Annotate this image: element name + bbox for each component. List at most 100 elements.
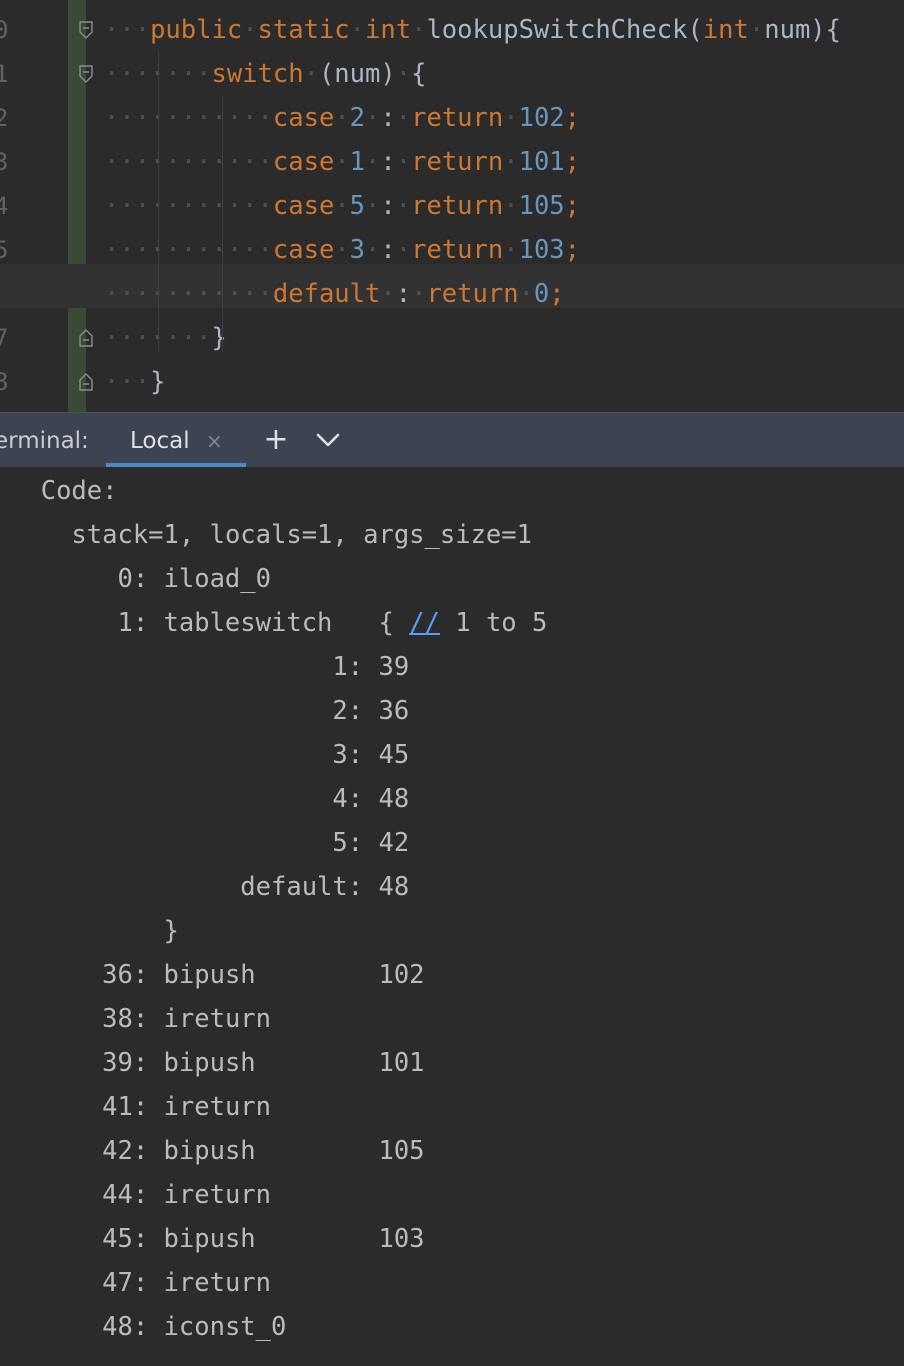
tab-local[interactable]: Local × (106, 413, 246, 467)
code-token: case (272, 103, 335, 133)
terminal-line: 5: 42 (10, 821, 409, 865)
terminal-indent (10, 1004, 102, 1034)
terminal-text: 36: bipush 102 (102, 960, 425, 990)
terminal-indent (10, 784, 332, 814)
code-token: } (150, 367, 166, 397)
code-token: int (365, 15, 412, 45)
chevron-down-icon[interactable] (314, 430, 342, 450)
code-token: · (395, 59, 412, 89)
terminal-indent (10, 1180, 102, 1210)
terminal-link[interactable]: // (409, 608, 440, 638)
terminal-line: 38: ireturn (10, 997, 271, 1041)
terminal-text: 3: 45 (332, 740, 410, 770)
terminal-line: 45: bipush 103 (10, 1217, 424, 1261)
code-token: return (411, 103, 504, 133)
indent-guide (222, 96, 223, 352)
code-token: public (150, 15, 243, 45)
code-token: case (272, 147, 335, 177)
indent-guide (158, 52, 159, 352)
terminal-text: 1: tableswitch { (117, 608, 410, 638)
code-token: num){ (764, 15, 841, 45)
code-token: · (365, 103, 381, 133)
code-token: ; (564, 103, 581, 133)
code-token: : (395, 279, 412, 309)
code-token: 3 (349, 235, 366, 265)
code-token: 2 (349, 103, 366, 133)
terminal-indent (10, 872, 240, 902)
terminal-line: } (10, 909, 179, 953)
code-token: return (411, 191, 504, 221)
terminal-text: 44: ireturn (102, 1180, 272, 1210)
code-token: 101 (518, 147, 565, 177)
terminal-line: default: 48 (10, 865, 409, 909)
code-token: · (365, 147, 381, 177)
code-line[interactable]: ·······switch·(num)·{ (0, 44, 904, 89)
terminal-text: 5: 42 (332, 828, 410, 858)
terminal-indent (10, 520, 71, 550)
add-icon[interactable]: + (262, 413, 290, 467)
whitespace-dots: ··· (104, 367, 151, 397)
code-token: · (518, 279, 534, 309)
terminal-indent (10, 1136, 102, 1166)
code-token: · (503, 191, 519, 221)
terminal-text: stack=1, locals=1, args_size=1 (71, 520, 532, 550)
code-editor[interactable]: 012345678 ···public·static·int·lookupSwi… (0, 0, 904, 412)
terminal-title: erminal: (0, 428, 89, 454)
terminal-indent (10, 828, 332, 858)
code-token: ; (564, 191, 581, 221)
terminal-text: default: 48 (240, 872, 410, 902)
code-token: : (380, 147, 396, 177)
terminal-text: 39: bipush 101 (102, 1048, 425, 1078)
code-token: · (503, 103, 519, 133)
code-line[interactable]: ···········default·:·return·0; (0, 264, 904, 309)
code-token: · (303, 59, 319, 89)
terminal-line: 4: 48 (10, 777, 409, 821)
terminal-tool-window-header: erminal: Local × + (0, 412, 904, 467)
terminal-line: 0: iload_0 (10, 557, 271, 601)
code-token: 103 (518, 235, 565, 265)
code-line[interactable]: ···} (0, 352, 904, 397)
code-token: · (411, 15, 427, 45)
code-token: · (503, 235, 519, 265)
code-token: switch (211, 59, 304, 89)
terminal-indent (10, 696, 332, 726)
code-token: static (257, 15, 350, 45)
terminal-line: 1: 39 (10, 645, 409, 689)
code-token: 1 (349, 147, 366, 177)
whitespace-dots: ··· (104, 15, 151, 45)
code-token: return (411, 235, 504, 265)
terminal-text: 0: iload_0 (117, 564, 271, 594)
terminal-output[interactable]: Code: stack=1, locals=1, args_size=1 0: … (0, 467, 904, 1366)
code-token: ; (564, 235, 581, 265)
code-line[interactable]: ···········case·5·:·return·105; (0, 176, 904, 221)
whitespace-dots: ··········· (104, 279, 273, 309)
terminal-text: 48: iconst_0 (102, 1312, 287, 1342)
terminal-indent (10, 740, 332, 770)
terminal-text: Code: (40, 476, 118, 506)
terminal-line: 3: 45 (10, 733, 409, 777)
code-token: · (748, 15, 765, 45)
whitespace-dots: ··········· (104, 235, 273, 265)
terminal-line: 39: bipush 101 (10, 1041, 425, 1085)
terminal-line: 42: bipush 105 (10, 1129, 424, 1173)
terminal-indent (10, 1312, 102, 1342)
code-line[interactable]: ···········case·3·:·return·103; (0, 220, 904, 265)
terminal-text: 1: 39 (332, 652, 410, 682)
code-line[interactable]: ···········case·2·:·return·102; (0, 88, 904, 133)
terminal-line: stack=1, locals=1, args_size=1 (10, 513, 532, 557)
whitespace-dots: ··········· (104, 103, 273, 133)
code-token: 0 (533, 279, 550, 309)
terminal-line: Code: (10, 469, 118, 513)
close-icon[interactable]: × (206, 413, 223, 469)
terminal-indent (10, 564, 117, 594)
code-token: · (365, 191, 381, 221)
code-token: lookupSwitchCheck (426, 15, 688, 45)
code-token: return (426, 279, 519, 309)
code-line[interactable]: ···········case·1·:·return·101; (0, 132, 904, 177)
code-line[interactable]: ·······} (0, 308, 904, 353)
terminal-indent (10, 916, 164, 946)
terminal-indent (10, 1224, 102, 1254)
code-line[interactable]: ···public·static·int·lookupSwitchCheck(i… (0, 0, 904, 45)
code-token: 102 (518, 103, 565, 133)
terminal-indent (10, 652, 332, 682)
